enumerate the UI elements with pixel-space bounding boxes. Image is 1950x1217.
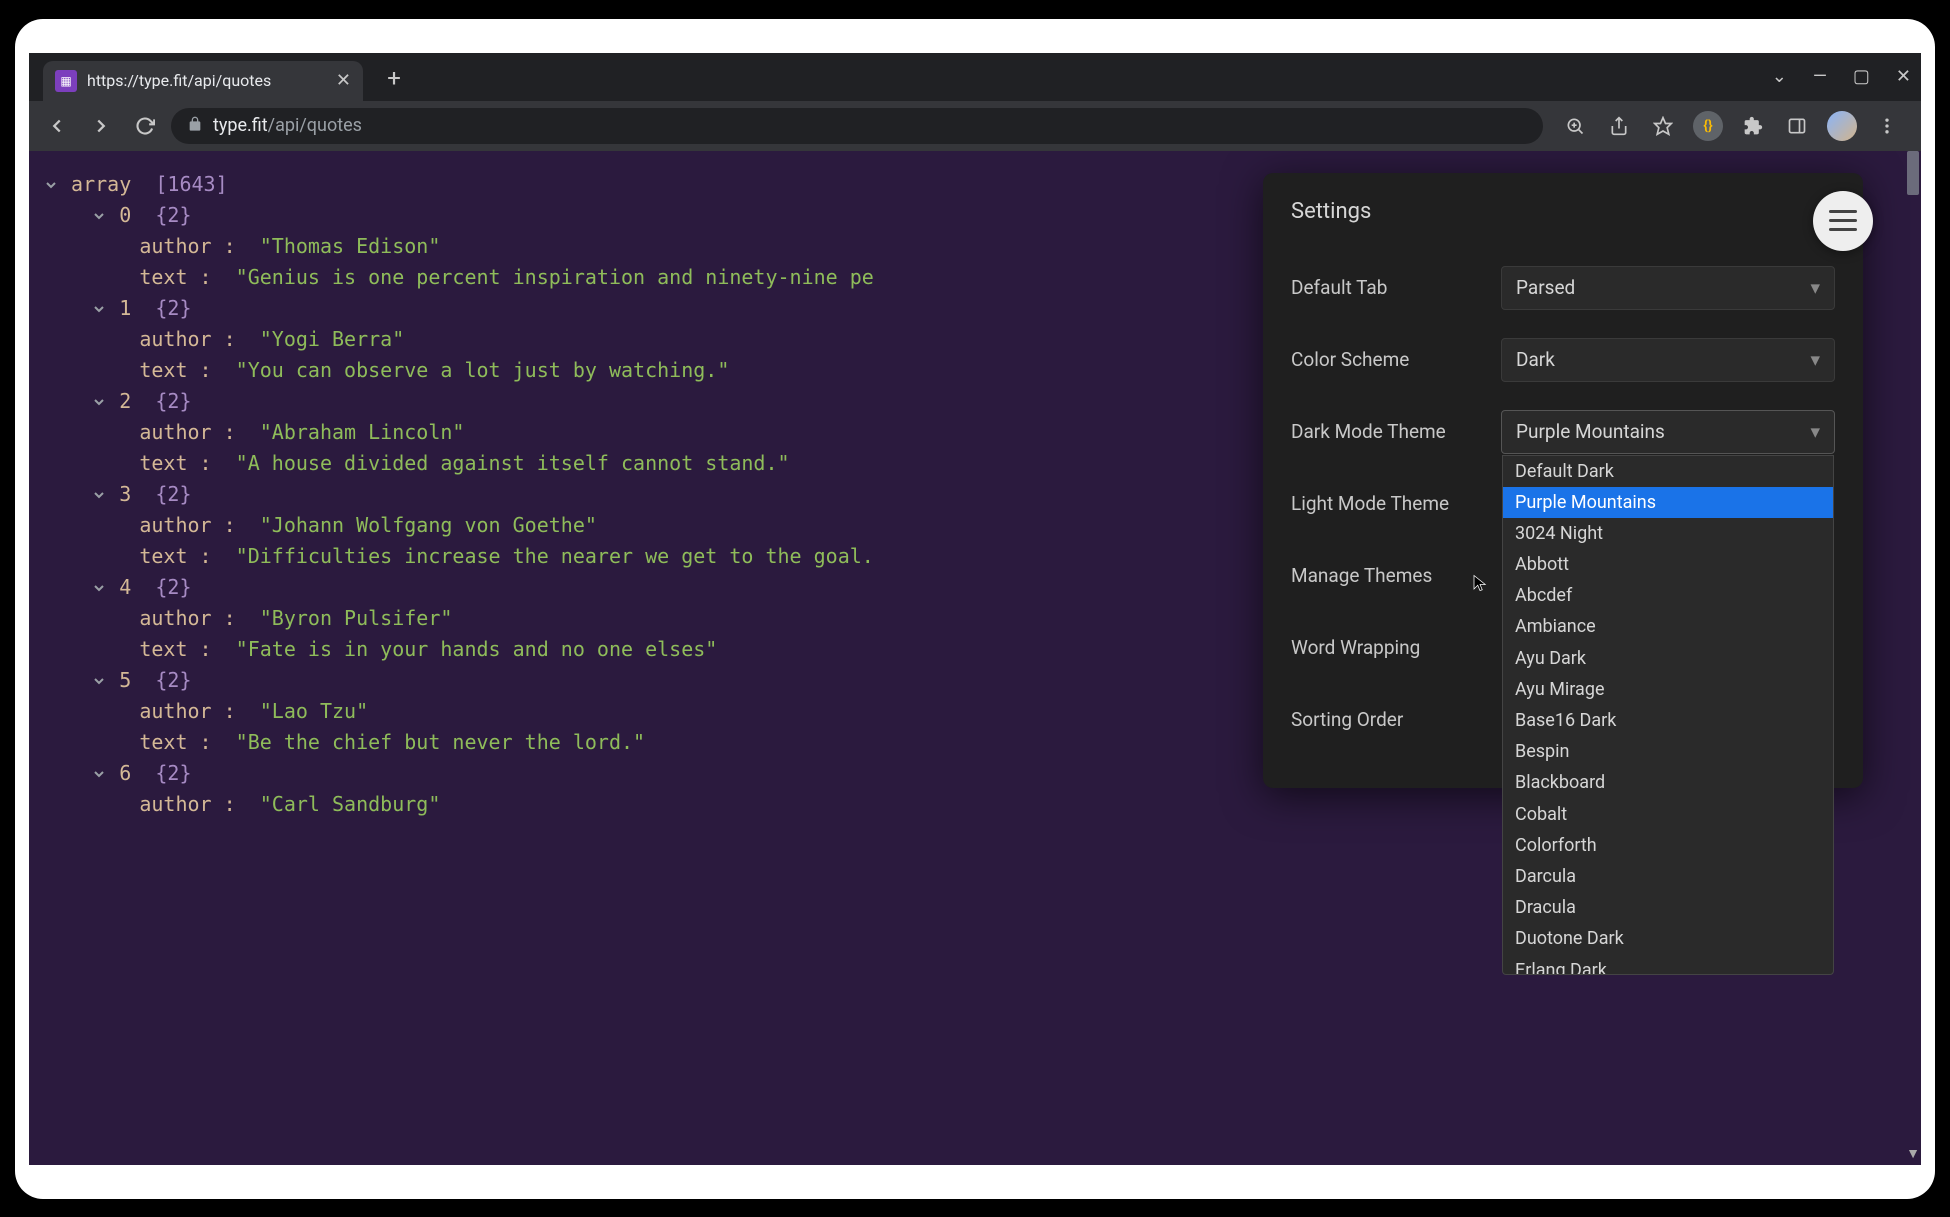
setting-dark-theme: Dark Mode Theme Purple Mountains ▾ Defau… (1291, 396, 1835, 468)
chevron-down-icon: ▾ (1810, 276, 1820, 299)
profile-avatar[interactable] (1827, 111, 1857, 141)
setting-label: Dark Mode Theme (1291, 420, 1501, 443)
chevron-down-icon: ▾ (1810, 348, 1820, 371)
settings-panel: Settings Default Tab Parsed ▾ Color Sche… (1263, 173, 1863, 788)
tab-close-icon[interactable]: ✕ (336, 70, 351, 91)
side-panel-icon[interactable] (1783, 112, 1811, 140)
reload-button[interactable] (127, 108, 163, 144)
zoom-icon[interactable] (1561, 112, 1589, 140)
toolbar-right: {} (1551, 111, 1911, 141)
forward-button[interactable] (83, 108, 119, 144)
collapse-icon[interactable] (91, 574, 107, 605)
theme-option[interactable]: Darcula (1503, 861, 1833, 892)
page-content: array [1643] 0 {2} author : "Thomas Edis… (29, 151, 1921, 1165)
theme-option[interactable]: Dracula (1503, 892, 1833, 923)
theme-option[interactable]: Cobalt (1503, 799, 1833, 830)
theme-option[interactable]: Ayu Mirage (1503, 674, 1833, 705)
hamburger-menu-button[interactable] (1813, 191, 1873, 251)
setting-label: Word Wrapping (1291, 636, 1501, 659)
back-button[interactable] (39, 108, 75, 144)
extensions-icon[interactable] (1739, 112, 1767, 140)
theme-option[interactable]: Erlang Dark (1503, 955, 1833, 975)
settings-title: Settings (1291, 199, 1835, 224)
chevron-down-icon: ▾ (1810, 420, 1820, 443)
tab-favicon: ▦ (55, 70, 77, 92)
window-controls: ⌄ — ▢ ✕ (1772, 53, 1911, 101)
default-tab-select[interactable]: Parsed ▾ (1501, 266, 1835, 310)
new-tab-button[interactable]: + (377, 61, 411, 95)
close-window-icon[interactable]: ✕ (1896, 66, 1911, 87)
share-icon[interactable] (1605, 112, 1633, 140)
dark-theme-select[interactable]: Purple Mountains ▾ Default DarkPurple Mo… (1501, 410, 1835, 454)
setting-default-tab: Default Tab Parsed ▾ (1291, 252, 1835, 324)
setting-label: Light Mode Theme (1291, 492, 1501, 515)
setting-label: Default Tab (1291, 276, 1501, 299)
collapse-icon[interactable] (91, 295, 107, 326)
browser-tab[interactable]: ▦ https://type.fit/api/quotes ✕ (43, 61, 363, 101)
setting-label: Manage Themes (1291, 564, 1501, 587)
theme-option[interactable]: 3024 Night (1503, 518, 1833, 549)
select-value: Dark (1516, 348, 1555, 371)
theme-option[interactable]: Colorforth (1503, 830, 1833, 861)
tab-strip: ▦ https://type.fit/api/quotes ✕ + ⌄ — ▢ … (29, 53, 1921, 101)
collapse-icon[interactable] (91, 667, 107, 698)
url-path: /api/quotes (268, 115, 362, 136)
collapse-icon[interactable] (43, 171, 59, 202)
lock-icon (187, 116, 203, 136)
theme-option[interactable]: Bespin (1503, 736, 1833, 767)
theme-option[interactable]: Ambiance (1503, 611, 1833, 642)
bookmark-star-icon[interactable] (1649, 112, 1677, 140)
theme-option[interactable]: Default Dark (1503, 456, 1833, 487)
theme-option[interactable]: Ayu Dark (1503, 643, 1833, 674)
url-domain: type.fit (213, 115, 268, 136)
setting-color-scheme: Color Scheme Dark ▾ (1291, 324, 1835, 396)
kebab-menu-icon[interactable] (1873, 112, 1901, 140)
setting-label: Sorting Order (1291, 708, 1501, 731)
url-input[interactable]: type.fit/api/quotes (171, 108, 1543, 144)
theme-option[interactable]: Blackboard (1503, 767, 1833, 798)
maximize-icon[interactable]: ▢ (1853, 66, 1870, 87)
select-value: Purple Mountains (1516, 420, 1665, 443)
collapse-icon[interactable] (91, 388, 107, 419)
theme-option[interactable]: Abcdef (1503, 580, 1833, 611)
theme-option[interactable]: Duotone Dark (1503, 923, 1833, 954)
json-extension-icon[interactable]: {} (1693, 111, 1723, 141)
collapse-icon[interactable] (91, 481, 107, 512)
scroll-down-arrow[interactable]: ▼ (1905, 1145, 1921, 1163)
dark-theme-dropdown[interactable]: Default DarkPurple Mountains3024 NightAb… (1502, 455, 1834, 975)
address-bar: type.fit/api/quotes {} (29, 101, 1921, 151)
setting-label: Color Scheme (1291, 348, 1501, 371)
collapse-icon[interactable] (91, 202, 107, 233)
scrollbar[interactable]: ▼ (1905, 151, 1921, 1143)
tab-title: https://type.fit/api/quotes (87, 71, 271, 90)
scrollbar-thumb[interactable] (1907, 151, 1919, 195)
tab-search-icon[interactable]: ⌄ (1772, 66, 1787, 87)
collapse-icon[interactable] (91, 760, 107, 791)
theme-option[interactable]: Abbott (1503, 549, 1833, 580)
color-scheme-select[interactable]: Dark ▾ (1501, 338, 1835, 382)
select-value: Parsed (1516, 276, 1575, 299)
theme-option[interactable]: Base16 Dark (1503, 705, 1833, 736)
minimize-icon[interactable]: — (1813, 66, 1827, 87)
theme-option[interactable]: Purple Mountains (1503, 487, 1833, 518)
